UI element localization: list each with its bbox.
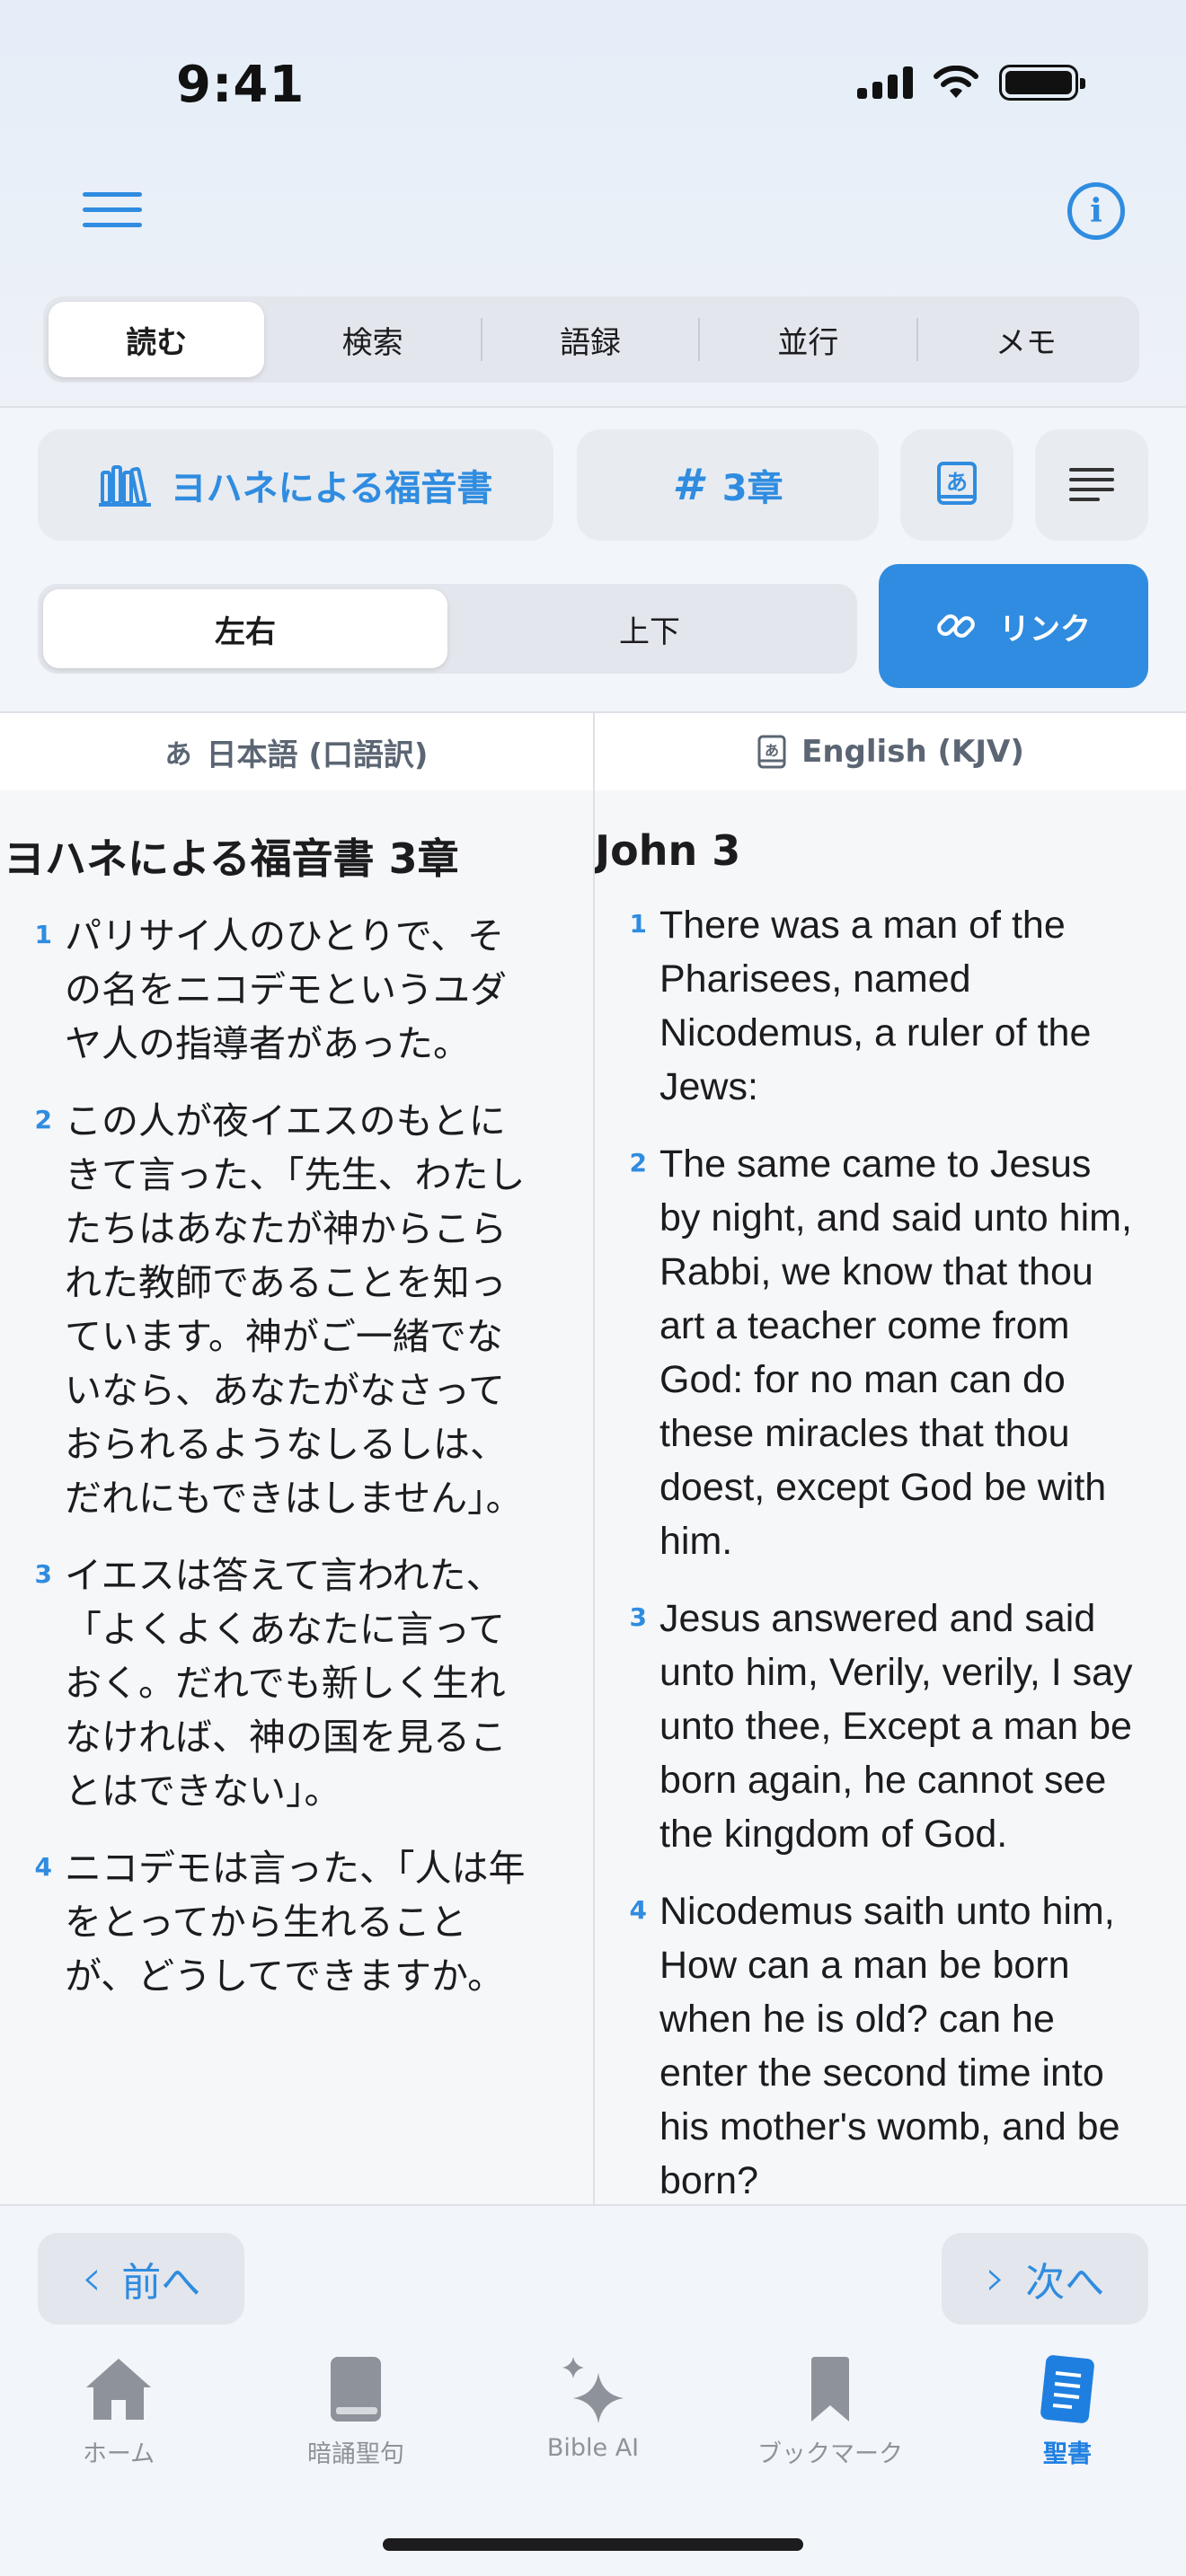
- book-icon: [320, 2353, 392, 2425]
- book-selector-button[interactable]: ヨハネによる福音書: [38, 429, 553, 541]
- left-bible-column[interactable]: ヨハネによる福音書 3章 1 パリサイ人のひとりで、その名をニコデモというユダヤ…: [0, 790, 593, 2204]
- verse-number: 2: [629, 1148, 647, 1178]
- link-label: リンク: [999, 611, 1091, 648]
- tab-label: Bible AI: [546, 2434, 640, 2462]
- link-button[interactable]: リンク: [879, 564, 1148, 688]
- svg-text:あ: あ: [946, 470, 968, 495]
- verse-text: この人が夜イエスのもとにきて言った、「先生、わたしたちはあなたが神からこられた教…: [65, 1099, 526, 1520]
- chevron-left-icon: ‹: [81, 2249, 102, 2307]
- battery-icon: [999, 65, 1085, 101]
- verse-number: 4: [629, 1895, 647, 1925]
- status-time: 9:41: [176, 56, 305, 114]
- verse-number: 1: [34, 920, 52, 949]
- right-translation-name: English (KJV): [801, 734, 1024, 770]
- verse-text: イエスは答えて言われた、「よくよくあなたに言っておく。だれでも新しく生れなければ…: [65, 1554, 507, 1813]
- book-name: ヨハネによる福音書: [170, 468, 493, 509]
- verse-text: The same came to Jesus by night, and sai…: [659, 1142, 1132, 1563]
- tab-bookmarks[interactable]: ブックマーク: [712, 2353, 949, 2488]
- tab-memo[interactable]: メモ: [918, 302, 1134, 377]
- hiragana-icon: あ: [164, 739, 192, 771]
- right-column-header[interactable]: あ English (KJV): [595, 713, 1186, 790]
- verse[interactable]: 1 パリサイ人のひとりで、その名をニコデモというユダヤ人の指導者があった。: [0, 909, 593, 1071]
- verse[interactable]: 2 The same came to Jesus by night, and s…: [595, 1137, 1186, 1568]
- verse-number: 4: [34, 1852, 52, 1882]
- tab-label: 暗誦聖句: [307, 2440, 404, 2468]
- chapter-label: 3章: [721, 468, 783, 509]
- previous-chapter-button[interactable]: ‹ 前へ: [38, 2233, 244, 2325]
- tab-home[interactable]: ホーム: [0, 2353, 237, 2488]
- left-translation-name: 日本語 (口語訳): [206, 737, 429, 773]
- bible-icon: [1031, 2353, 1103, 2425]
- chapter-selector-button[interactable]: # 3章: [577, 429, 879, 541]
- verse[interactable]: 2 この人が夜イエスのもとにきて言った、「先生、わたしたちはあなたが神からこられ…: [0, 1094, 593, 1525]
- tab-label: 聖書: [1043, 2440, 1092, 2468]
- verse-number: 3: [34, 1559, 52, 1589]
- wifi-icon: [934, 66, 978, 98]
- chapter-title: John 3: [595, 826, 741, 875]
- sparkles-icon: [557, 2353, 629, 2425]
- japanese-book-icon: あ: [937, 462, 977, 505]
- layout-segmented-control: 左右 上下: [38, 584, 857, 674]
- verse-text: Nicodemus saith unto him, How can a man …: [659, 1890, 1120, 2202]
- verse[interactable]: 3 Jesus answered and said unto him, Veri…: [595, 1592, 1186, 1861]
- tab-bible-ai[interactable]: Bible AI: [474, 2353, 712, 2488]
- divider: [0, 406, 1186, 408]
- verse[interactable]: 3 イエスは答えて言われた、「よくよくあなたに言っておく。だれでも新しく生れなけ…: [0, 1548, 593, 1818]
- chapter-title: ヨハネによる福音書 3章: [4, 834, 459, 883]
- mode-segmented-control: 読む 検索 語録 並行 メモ: [43, 296, 1139, 383]
- bookmark-icon: [794, 2353, 866, 2425]
- text-align-icon: [1069, 466, 1114, 504]
- layout-stacked[interactable]: 上下: [447, 589, 852, 668]
- cellular-signal-icon: [857, 66, 913, 99]
- library-icon: [98, 465, 151, 507]
- verse-text: Jesus answered and said unto him, Verily…: [659, 1597, 1133, 1856]
- verse-number: 3: [629, 1602, 647, 1632]
- home-icon: [83, 2353, 155, 2425]
- hamburger-menu-icon[interactable]: [83, 192, 142, 228]
- right-bible-column[interactable]: John 3 1 There was a man of the Pharisee…: [595, 790, 1186, 2204]
- next-label: 次へ: [1025, 2260, 1105, 2306]
- verse-number: 1: [629, 909, 647, 939]
- left-column-header[interactable]: あ 日本語 (口語訳): [0, 713, 593, 790]
- verse-text: パリサイ人のひとりで、その名をニコデモというユダヤ人の指導者があった。: [65, 914, 507, 1065]
- verse-text: ニコデモは言った、「人は年をとってから生れることが、どうしてできますか。: [65, 1847, 526, 1998]
- info-icon[interactable]: i: [1067, 182, 1125, 240]
- link-icon: [937, 614, 975, 638]
- verse-text: There was a man of the Pharisees, named …: [659, 904, 1092, 1108]
- status-icons: [857, 65, 1085, 101]
- tab-bar: ホーム 暗誦聖句 Bible AI ブックマーク 聖書: [0, 2353, 1186, 2488]
- tab-parallel[interactable]: 並行: [700, 302, 916, 377]
- tab-label: ホーム: [82, 2440, 155, 2468]
- chevron-right-icon: ›: [985, 2249, 1006, 2307]
- language-button[interactable]: あ: [900, 429, 1013, 541]
- tab-read[interactable]: 読む: [49, 302, 265, 377]
- tab-bible[interactable]: 聖書: [949, 2353, 1186, 2488]
- next-chapter-button[interactable]: › 次へ: [942, 2233, 1148, 2325]
- japanese-book-icon: あ: [757, 735, 786, 769]
- number-sign-icon: #: [672, 460, 703, 510]
- tab-sayings[interactable]: 語録: [482, 302, 698, 377]
- text-format-button[interactable]: [1035, 429, 1148, 541]
- verse[interactable]: 1 There was a man of the Pharisees, name…: [595, 898, 1186, 1114]
- home-indicator: [383, 2538, 803, 2551]
- tab-label: ブックマーク: [757, 2440, 903, 2468]
- verse-number: 2: [34, 1105, 52, 1134]
- svg-text:あ: あ: [765, 742, 779, 759]
- previous-label: 前へ: [121, 2260, 201, 2306]
- tab-search[interactable]: 検索: [264, 302, 480, 377]
- verse[interactable]: 4 ニコデモは言った、「人は年をとってから生れることが、どうしてできますか。: [0, 1841, 593, 2003]
- tab-memory-verses[interactable]: 暗誦聖句: [237, 2353, 474, 2488]
- layout-side-by-side[interactable]: 左右: [43, 589, 447, 668]
- verse[interactable]: 4 Nicodemus saith unto him, How can a ma…: [595, 1884, 1186, 2204]
